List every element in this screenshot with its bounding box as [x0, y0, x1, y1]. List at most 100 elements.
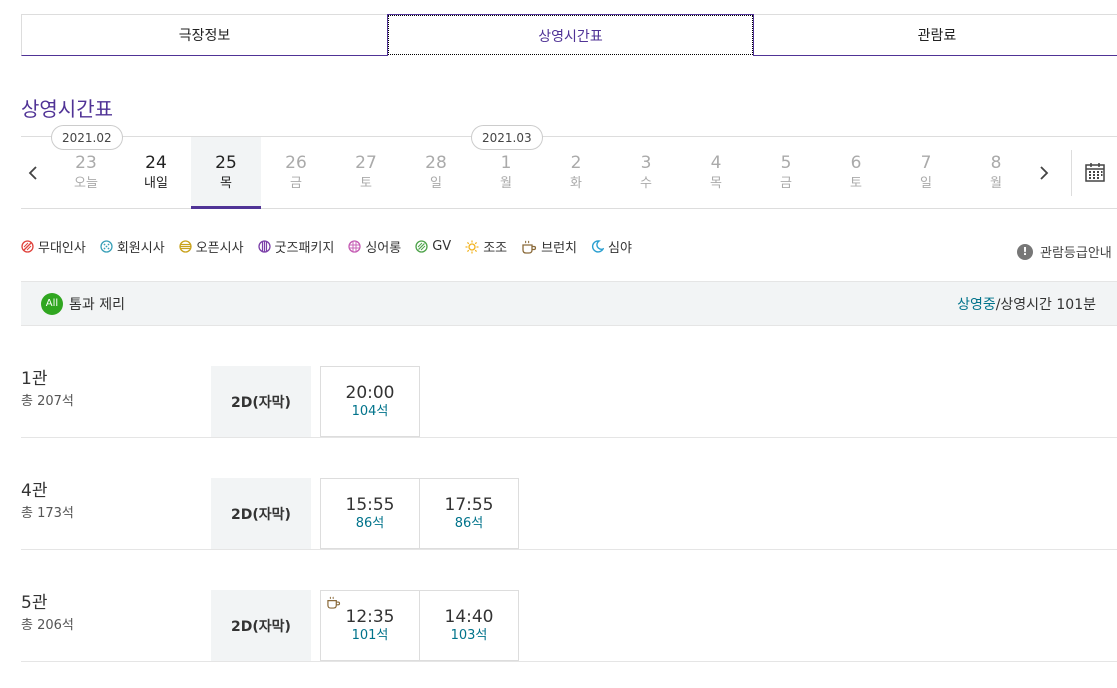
- day-item-26[interactable]: 26 금: [261, 137, 331, 209]
- day-item-24[interactable]: 24 내일: [121, 137, 191, 209]
- movie-title[interactable]: 톰과 제리: [69, 294, 125, 314]
- day-of-week: 월: [990, 176, 1002, 191]
- day-item-5[interactable]: 5금: [751, 137, 821, 209]
- showtime-seats: 104석: [351, 403, 389, 419]
- coffee-cup-icon: [522, 240, 537, 254]
- calendar-button[interactable]: [1084, 161, 1106, 183]
- showtime-slot[interactable]: 20:00 104석: [320, 366, 420, 437]
- day-of-week: 일: [920, 176, 932, 191]
- day-number: 8: [990, 153, 1002, 173]
- day-number: 1: [500, 153, 512, 173]
- showtime-slot[interactable]: 14:40 103석: [419, 590, 519, 661]
- legend-item: 오픈시사: [179, 237, 244, 256]
- day-item-6[interactable]: 6토: [821, 137, 891, 209]
- chevron-right-icon: [1040, 166, 1049, 180]
- prev-date-button[interactable]: [21, 159, 45, 187]
- day-of-week: 토: [850, 176, 862, 191]
- stage-greeting-icon: [21, 240, 34, 253]
- showtime-slot[interactable]: 17:55 86석: [419, 478, 519, 549]
- day-of-week: 금: [290, 176, 302, 191]
- legend-label: GV: [432, 239, 452, 254]
- day-item-1[interactable]: 1월: [471, 137, 541, 209]
- page-title: 상영시간표: [21, 97, 113, 121]
- now-showing-label: 상영중: [957, 296, 996, 313]
- legend-item: 굿즈패키지: [257, 237, 335, 256]
- day-of-week: 화: [570, 176, 582, 191]
- next-date-button[interactable]: [1032, 159, 1056, 187]
- gv-icon: [415, 240, 428, 253]
- day-of-week: 오늘: [74, 176, 98, 191]
- date-strip: 2021.02 2021.03 23 오늘 24 내일 25 목 26 금 27 토 28…: [21, 125, 1117, 209]
- theater-tabs: 극장정보 상영시간표 관람료: [21, 14, 1117, 56]
- day-item-7[interactable]: 7일: [891, 137, 961, 209]
- legend-label: 회원시사: [116, 241, 165, 256]
- day-number: 5: [780, 153, 792, 173]
- screening-type-legend: 무대인사 회원시사 오픈시사 굿즈패키지 싱어롱 GV 조조 브런치 심야: [21, 237, 646, 256]
- day-list: 23 오늘 24 내일 25 목 26 금 27 토 28 일 1월 2화 3수 4목 5금…: [51, 137, 1031, 209]
- hall-total-seats: 총 207석: [21, 394, 74, 409]
- runtime-label: /상영시간 101분: [995, 296, 1096, 313]
- showtime-time: 15:55: [345, 494, 395, 515]
- hall-name: 4관: [21, 481, 48, 501]
- hall-name: 5관: [21, 593, 48, 613]
- screen-format: 2D(자막): [211, 366, 311, 437]
- calendar-icon: [1085, 163, 1105, 182]
- day-number: 2: [570, 153, 582, 173]
- day-of-week: 금: [780, 176, 792, 191]
- legend-item: 심야: [591, 237, 632, 256]
- info-icon: !: [1017, 243, 1033, 260]
- day-item-2[interactable]: 2화: [541, 137, 611, 209]
- showtime-slot[interactable]: 12:35 101석: [320, 590, 420, 661]
- day-item-25[interactable]: 25 목: [191, 137, 261, 209]
- day-item-3[interactable]: 3수: [611, 137, 681, 209]
- movie-header: All 톰과 제리 상영중/상영시간 101분: [21, 281, 1117, 326]
- legend-item: 싱어롱: [348, 237, 401, 256]
- showtime-time: 17:55: [444, 494, 494, 515]
- legend-item: 회원시사: [100, 237, 165, 256]
- singalong-icon: [348, 240, 361, 253]
- day-item-23[interactable]: 23 오늘: [51, 137, 121, 209]
- coffee-cup-icon: [327, 596, 341, 609]
- day-item-27[interactable]: 27 토: [331, 137, 401, 209]
- hall-row: 1관 총 207석 2D(자막) 20:00 104석: [21, 326, 1117, 438]
- rating-guide-label: 관람등급안내: [1040, 246, 1112, 261]
- day-item-4[interactable]: 4목: [681, 137, 751, 209]
- hall-row: 5관 총 206석 2D(자막) 12:35 101석 14:40 103석: [21, 550, 1117, 662]
- legend-label: 싱어롱: [365, 241, 402, 256]
- open-preview-icon: [179, 240, 192, 253]
- showtime-seats: 103석: [450, 627, 488, 643]
- day-of-week: 수: [640, 176, 652, 191]
- showtime-time: 20:00: [345, 382, 395, 403]
- movie-status: 상영중/상영시간 101분: [957, 294, 1096, 314]
- chevron-left-icon: [28, 166, 37, 180]
- age-rating-badge: All: [41, 292, 63, 315]
- legend-label: 무대인사: [38, 241, 86, 256]
- legend-item: 브런치: [521, 237, 577, 256]
- hall-name: 1관: [21, 369, 48, 389]
- legend-item: GV: [415, 239, 451, 254]
- hall-total-seats: 총 206석: [21, 618, 74, 633]
- tab-prices[interactable]: 관람료: [754, 14, 1117, 56]
- day-of-week: 목: [710, 176, 722, 191]
- screen-format: 2D(자막): [211, 590, 311, 661]
- legend-label: 조조: [483, 241, 508, 256]
- legend-label: 굿즈패키지: [274, 241, 335, 256]
- day-number: 6: [850, 153, 862, 173]
- day-number: 27: [355, 153, 377, 173]
- day-number: 24: [145, 153, 167, 173]
- showtime-seats: 86석: [454, 515, 484, 531]
- tab-showtimes[interactable]: 상영시간표: [387, 14, 754, 56]
- sun-icon: [465, 240, 479, 253]
- day-number: 28: [425, 153, 447, 173]
- hall-row: 4관 총 173석 2D(자막) 15:55 86석 17:55 86석: [21, 438, 1117, 550]
- tab-theater-info[interactable]: 극장정보: [21, 14, 387, 56]
- day-number: 3: [640, 153, 652, 173]
- legend-label: 심야: [608, 241, 632, 256]
- showtime-slot[interactable]: 15:55 86석: [320, 478, 420, 549]
- day-number: 7: [920, 153, 932, 173]
- day-of-week: 내일: [144, 176, 168, 191]
- day-item-8[interactable]: 8월: [961, 137, 1031, 209]
- rating-guide-link[interactable]: ! 관람등급안내: [1017, 242, 1112, 261]
- day-number: 23: [75, 153, 97, 173]
- day-item-28[interactable]: 28 일: [401, 137, 471, 209]
